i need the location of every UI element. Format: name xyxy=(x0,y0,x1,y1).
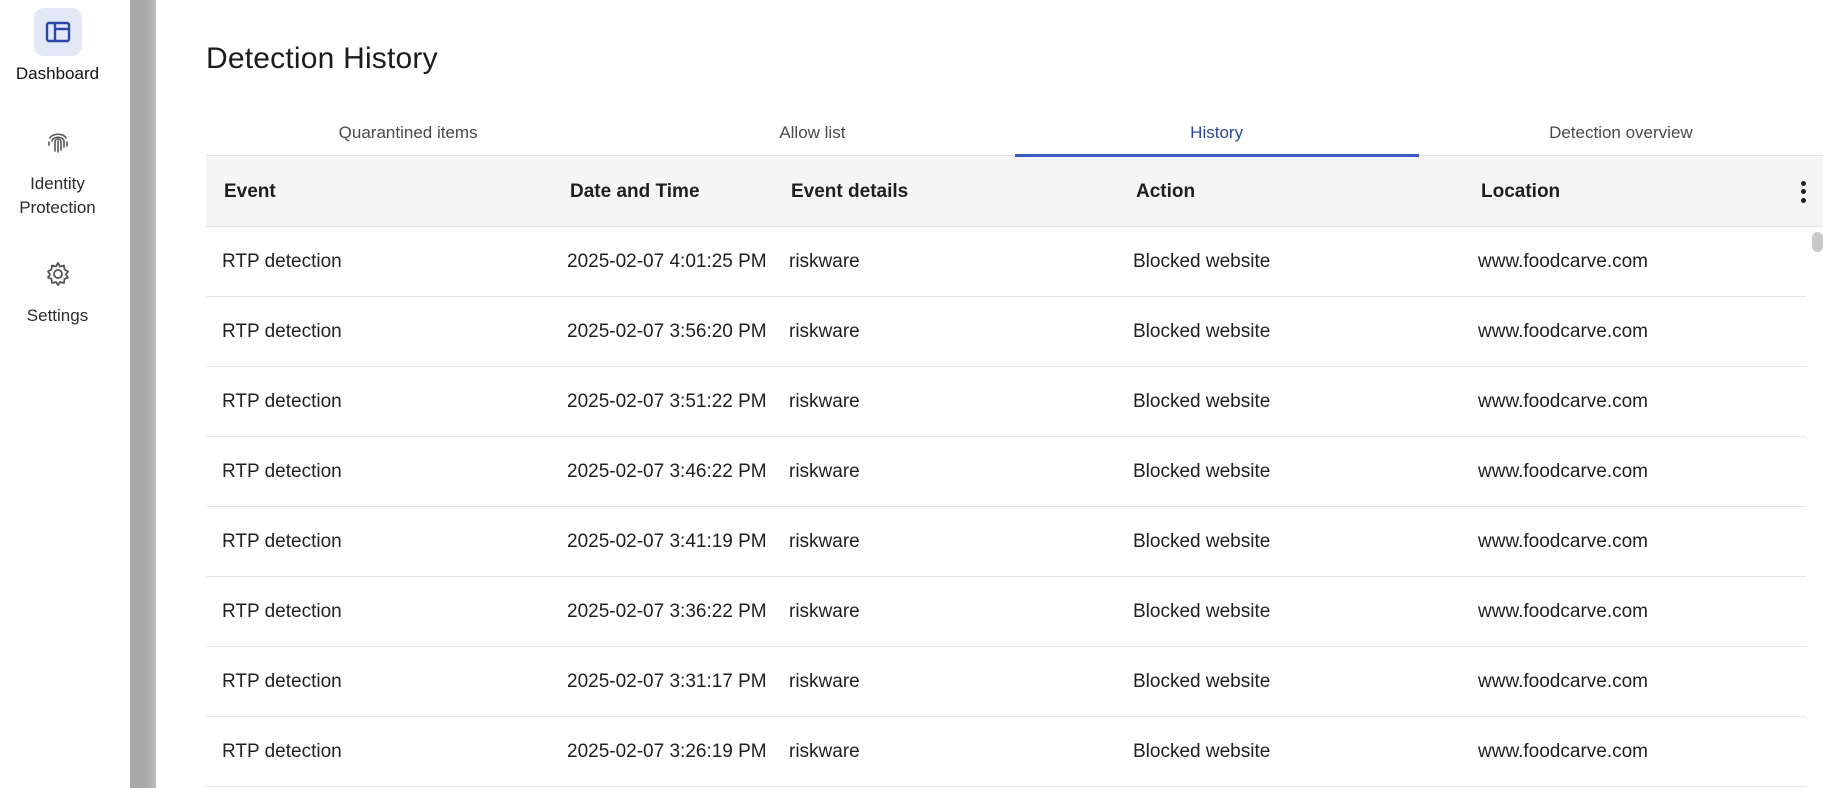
table-row[interactable]: RTP detection 2025-02-07 4:01:25 PM riskwa… xyxy=(206,227,1806,297)
cell-event: RTP detection xyxy=(222,530,342,552)
more-options-icon[interactable] xyxy=(1793,177,1813,207)
cell-action: Blocked website xyxy=(1133,670,1271,692)
cell-date-time: 2025-02-07 3:26:19 PM xyxy=(567,740,767,762)
cell-event: RTP detection xyxy=(222,670,342,692)
cell-location: www.foodcarve.com xyxy=(1478,460,1649,482)
history-table: Event Date and Time Event details Action… xyxy=(206,157,1823,787)
cell-date-time: 2025-02-07 3:56:20 PM xyxy=(567,320,767,342)
cell-event-details: riskware xyxy=(789,740,860,762)
cell-location: www.foodcarve.com xyxy=(1478,600,1649,622)
cell-event-details: riskware xyxy=(789,670,860,692)
table-row[interactable]: RTP detection 2025-02-07 3:56:20 PM riskwa… xyxy=(206,297,1806,367)
table-row[interactable]: RTP detection 2025-02-07 3:31:17 PM riskwa… xyxy=(206,647,1806,717)
cell-location: www.foodcarve.com xyxy=(1478,320,1649,342)
cell-action: Blocked website xyxy=(1133,460,1271,482)
cell-location: www.foodcarve.com xyxy=(1478,530,1649,552)
window-divider xyxy=(130,0,156,788)
cell-event: RTP detection xyxy=(222,320,342,342)
cell-location: www.foodcarve.com xyxy=(1478,670,1649,692)
cell-event: RTP detection xyxy=(222,250,342,272)
cell-event: RTP detection xyxy=(222,600,342,622)
cell-action: Blocked website xyxy=(1133,320,1271,342)
cell-date-time: 2025-02-07 3:31:17 PM xyxy=(567,670,767,692)
cell-location: www.foodcarve.com xyxy=(1478,250,1649,272)
cell-date-time: 2025-02-07 3:36:22 PM xyxy=(567,600,767,622)
cell-date-time: 2025-02-07 4:01:25 PM xyxy=(567,250,767,272)
header-location[interactable]: Location xyxy=(1481,181,1560,203)
cell-event-details: riskware xyxy=(789,390,860,412)
page-title: Detection History xyxy=(206,42,438,75)
cell-event-details: riskware xyxy=(789,460,860,482)
tab-allow-list[interactable]: Allow list xyxy=(610,110,1014,156)
cell-action: Blocked website xyxy=(1133,600,1271,622)
dashboard-icon xyxy=(33,8,82,56)
nav-label-settings: Settings xyxy=(26,306,89,325)
scrollbar-thumb[interactable] xyxy=(1812,232,1823,252)
table-row[interactable]: RTP detection 2025-02-07 3:46:22 PM riskwa… xyxy=(206,437,1806,507)
table-row[interactable]: RTP detection 2025-02-07 3:36:22 PM riskwa… xyxy=(206,577,1806,647)
nav-item-identity-protection[interactable]: Identity Protection xyxy=(0,118,115,220)
tab-quarantined-items[interactable]: Quarantined items xyxy=(206,110,610,156)
header-date-time[interactable]: Date and Time xyxy=(570,181,700,203)
cell-date-time: 2025-02-07 3:46:22 PM xyxy=(567,460,767,482)
tab-history[interactable]: History xyxy=(1014,110,1420,157)
cell-event-details: riskware xyxy=(789,600,860,622)
cell-date-time: 2025-02-07 3:51:22 PM xyxy=(567,390,767,412)
cell-action: Blocked website xyxy=(1133,740,1271,762)
table-row[interactable]: RTP detection 2025-02-07 3:51:22 PM riskwa… xyxy=(206,367,1806,437)
table-row[interactable]: RTP detection 2025-02-07 3:26:19 PM riskwa… xyxy=(206,717,1806,787)
table-body: RTP detection 2025-02-07 4:01:25 PM riskwa… xyxy=(206,227,1823,787)
nav-item-settings[interactable]: Settings xyxy=(0,250,115,328)
cell-event-details: riskware xyxy=(789,250,860,272)
main-panel: Detection History Quarantined items Allo… xyxy=(156,0,1823,788)
header-action[interactable]: Action xyxy=(1136,181,1195,203)
header-event-details[interactable]: Event details xyxy=(791,181,908,203)
cell-action: Blocked website xyxy=(1133,530,1271,552)
header-event[interactable]: Event xyxy=(224,181,276,203)
nav-item-dashboard[interactable]: Dashboard xyxy=(0,8,115,86)
fingerprint-icon xyxy=(34,118,82,166)
table-row[interactable]: RTP detection 2025-02-07 3:41:19 PM riskwa… xyxy=(206,507,1806,577)
gear-icon xyxy=(34,250,82,298)
cell-location: www.foodcarve.com xyxy=(1478,740,1649,762)
cell-event: RTP detection xyxy=(222,390,342,412)
cell-date-time: 2025-02-07 3:41:19 PM xyxy=(567,530,767,552)
table-header: Event Date and Time Event details Action… xyxy=(206,157,1823,227)
cell-location: www.foodcarve.com xyxy=(1478,390,1649,412)
cell-event-details: riskware xyxy=(789,530,860,552)
tab-bar: Quarantined items Allow list History Det… xyxy=(206,110,1823,157)
cell-action: Blocked website xyxy=(1133,390,1271,412)
cell-action: Blocked website xyxy=(1133,250,1271,272)
nav-label-identity-protection: Identity Protection xyxy=(19,174,96,217)
cell-event: RTP detection xyxy=(222,740,342,762)
tab-detection-overview[interactable]: Detection overview xyxy=(1419,110,1823,156)
cell-event: RTP detection xyxy=(222,460,342,482)
nav-label-dashboard: Dashboard xyxy=(15,64,100,83)
nav-rail: Dashboard Identity Protection Settings xyxy=(0,0,130,788)
cell-event-details: riskware xyxy=(789,320,860,342)
